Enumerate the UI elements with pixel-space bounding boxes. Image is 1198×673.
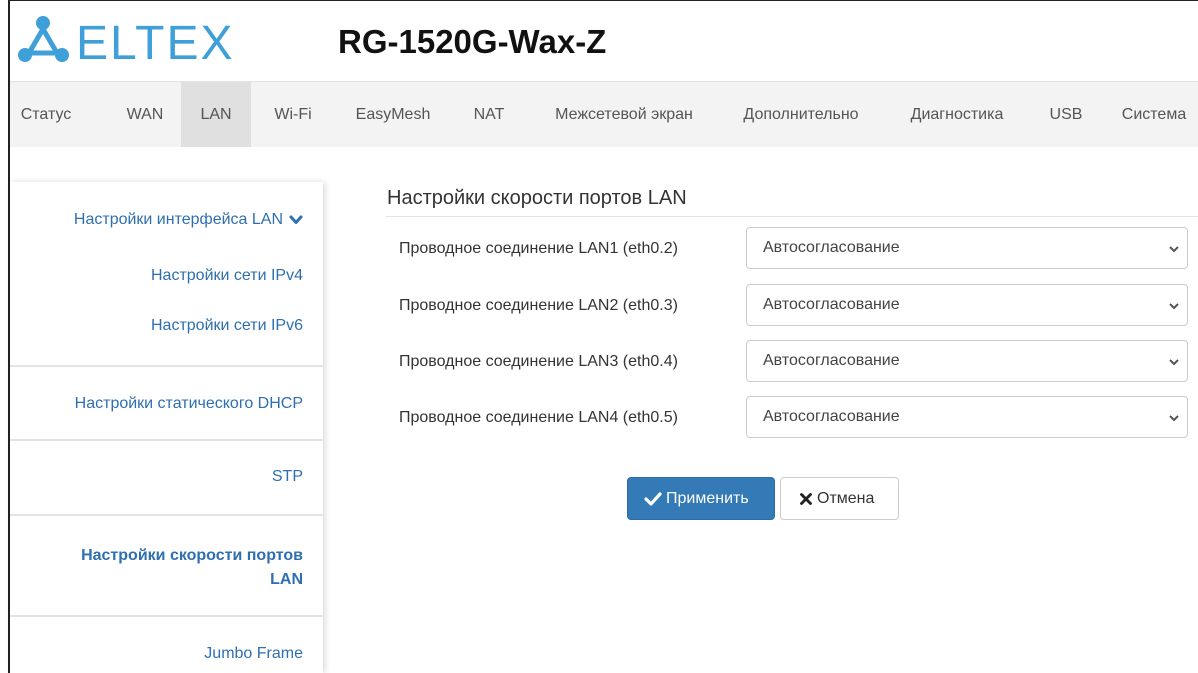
eltex-logo: ELTEX [18, 15, 268, 70]
close-icon [800, 493, 812, 505]
lan4-speed-select[interactable]: Автосогласование [746, 396, 1188, 438]
chevron-down-icon [1169, 246, 1179, 253]
nav-item-firewall[interactable]: Межсетевой экран [536, 82, 712, 147]
sidebar-divider [10, 439, 323, 441]
sidebar-item-static-dhcp[interactable]: Настройки статического DHCP [75, 395, 303, 413]
select-value: Автосогласование [763, 239, 900, 256]
lan3-speed-select[interactable]: Автосогласование [746, 340, 1188, 382]
select-value: Автосогласование [763, 408, 900, 425]
lan1-speed-select[interactable]: Автосогласование [746, 227, 1188, 269]
sidebar-divider [10, 365, 323, 367]
eltex-logo-mark-icon: ELTEX [18, 16, 235, 70]
section-title: Настройки скорости портов LAN [387, 187, 687, 209]
lan3-label: Проводное соединение LAN3 (eth0.4) [399, 353, 678, 370]
checkmark-icon [644, 492, 662, 506]
top-nav: Статус WAN LAN Wi-Fi EasyMesh NAT Межсет… [10, 81, 1198, 147]
sidebar-divider [10, 514, 323, 516]
cancel-button[interactable]: Отмена [780, 477, 899, 520]
select-value: Автосогласование [763, 352, 900, 369]
sidebar-item-lan-interface[interactable]: Настройки интерфейса LAN [74, 211, 303, 229]
sidebar-item-stp[interactable]: STP [272, 468, 303, 486]
nav-item-wifi[interactable]: Wi-Fi [259, 82, 327, 147]
sidebar-item-ipv4[interactable]: Настройки сети IPv4 [151, 267, 303, 285]
apply-button-label: Применить [666, 490, 749, 507]
lan2-label: Проводное соединение LAN2 (eth0.3) [399, 297, 678, 314]
chevron-down-icon [289, 215, 303, 224]
select-value: Автосогласование [763, 296, 900, 313]
sidebar-item-label: Настройки скорости портов [81, 547, 303, 564]
header: ELTEX RG-1520G-Wax-Z [10, 1, 1198, 81]
sidebar-item-label: Настройки интерфейса LAN [73, 211, 283, 228]
lan4-label: Проводное соединение LAN4 (eth0.5) [399, 409, 678, 426]
sidebar-item-jumbo-frame[interactable]: Jumbo Frame [204, 645, 303, 663]
lan2-speed-select[interactable]: Автосогласование [746, 284, 1188, 326]
section-divider [386, 216, 1198, 217]
nav-item-status[interactable]: Статус [10, 82, 82, 147]
nav-item-wan[interactable]: WAN [106, 82, 184, 147]
svg-text:ELTEX: ELTEX [76, 17, 235, 65]
nav-item-diagnostics[interactable]: Диагностика [892, 82, 1022, 147]
sidebar-item-ipv6[interactable]: Настройки сети IPv6 [151, 317, 303, 335]
sidebar-item-label: LAN [270, 571, 303, 588]
nav-item-lan[interactable]: LAN [181, 82, 251, 147]
chevron-down-icon [1169, 303, 1179, 310]
sidebar: Настройки интерфейса LAN Настройки сети … [10, 182, 323, 673]
lan1-label: Проводное соединение LAN1 (eth0.2) [399, 240, 678, 257]
nav-item-usb[interactable]: USB [1034, 82, 1098, 147]
cancel-button-label: Отмена [817, 490, 875, 507]
sidebar-item-port-speed[interactable]: Настройки скорости портов LAN [81, 544, 303, 592]
nav-item-advanced[interactable]: Дополнительно [726, 82, 876, 147]
nav-item-system[interactable]: Система [1110, 82, 1198, 147]
device-model-title: RG-1520G-Wax-Z [338, 23, 607, 60]
nav-item-easymesh[interactable]: EasyMesh [343, 82, 443, 147]
sidebar-divider [10, 615, 323, 617]
nav-item-nat[interactable]: NAT [460, 82, 518, 147]
chevron-down-icon [1169, 415, 1179, 422]
chevron-down-icon [1169, 359, 1179, 366]
apply-button[interactable]: Применить [627, 477, 775, 520]
